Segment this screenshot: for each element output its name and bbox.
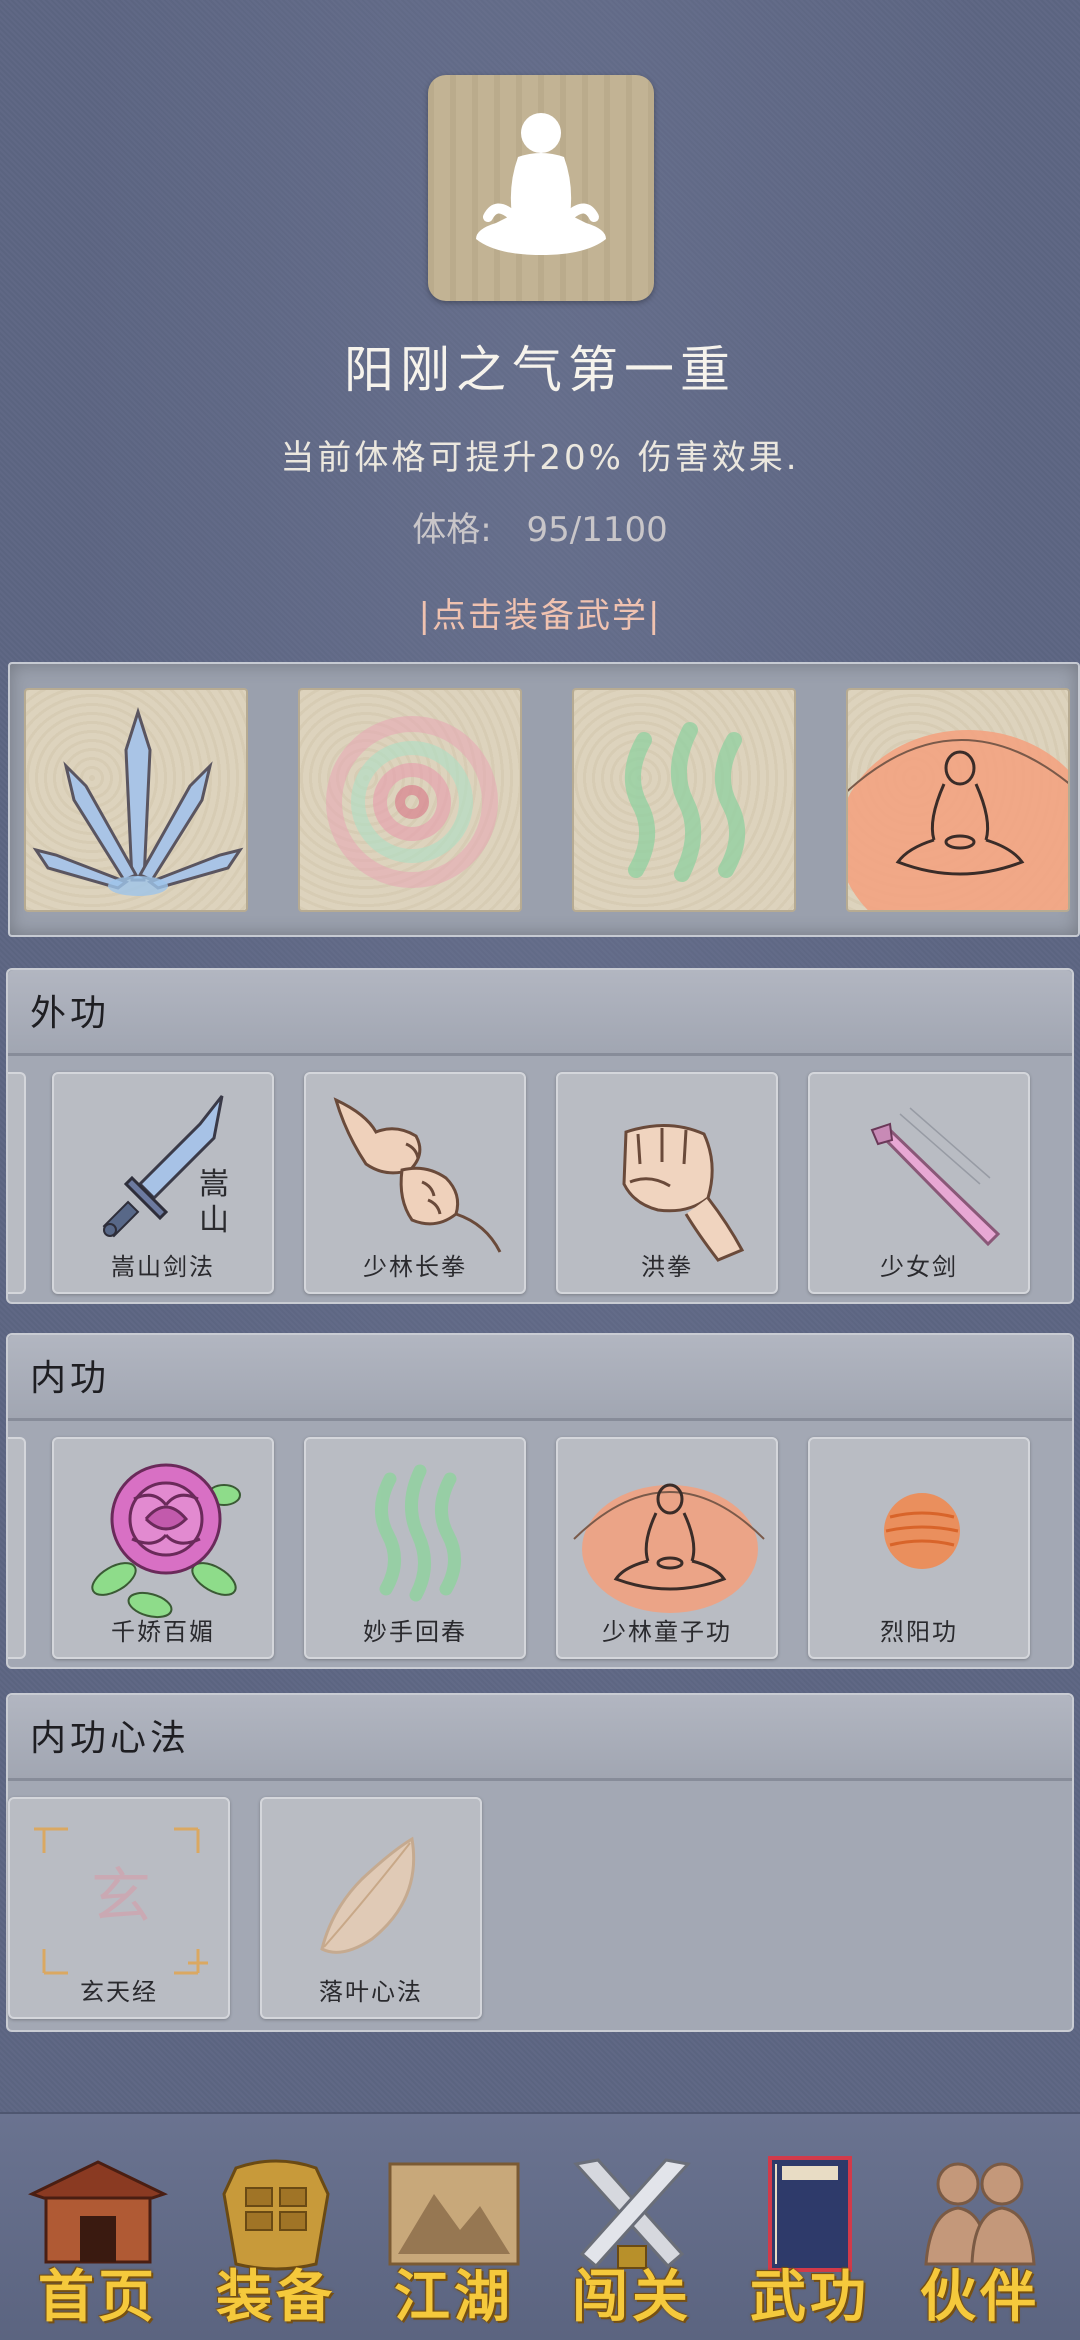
skill-name: 洪拳	[641, 1253, 693, 1281]
meditation-silhouette-icon	[476, 113, 606, 255]
pink-spiral-icon	[326, 716, 498, 888]
svg-text:嵩: 嵩	[199, 1167, 229, 1202]
nav-label: 武功	[750, 2264, 870, 2330]
skill-name: 烈阳功	[880, 1618, 958, 1646]
skill-card-shaolin-tongzi[interactable]: 少林童子功	[556, 1437, 778, 1659]
skill-name: 妙手回春	[363, 1618, 467, 1646]
nav-item-martial-arts[interactable]: 武功	[730, 2154, 890, 2330]
bottom-nav: 首页 装备 江湖 闯关 武功 伙伴	[0, 2112, 1080, 2340]
svg-text:山: 山	[199, 1203, 229, 1238]
skill-name: 千娇百媚	[111, 1618, 215, 1646]
skill-card-lieyang[interactable]: 烈阳功	[808, 1437, 1030, 1659]
scroll-edge-card[interactable]	[8, 1437, 26, 1659]
skill-card-maiden-sword[interactable]: 少女剑	[808, 1072, 1030, 1294]
skill-name: 玄天经	[80, 1978, 158, 2006]
nav-label: 闯关	[572, 2264, 692, 2330]
meditating-monk-icon	[848, 730, 1068, 910]
skill-card-shaolin-long-fist[interactable]: 少林长拳	[304, 1072, 526, 1294]
section-header: 内功	[8, 1335, 1072, 1421]
nav-item-jianghu[interactable]: 江湖	[374, 2154, 534, 2330]
skill-name: 少林长拳	[363, 1253, 467, 1281]
realm-description: 当前体格可提升20% 伤害效果.	[280, 438, 800, 478]
skill-card-xuantian[interactable]: 玄 玄天经	[8, 1797, 230, 2019]
nav-item-home[interactable]: 首页	[18, 2154, 178, 2330]
section-title: 内功	[30, 1358, 111, 1399]
skill-card-miaoshou-huichun[interactable]: 妙手回春	[304, 1437, 526, 1659]
nav-item-challenge[interactable]: 闯关	[552, 2154, 712, 2330]
skill-name: 少女剑	[880, 1253, 958, 1281]
skill-card-qianjiao-baimei[interactable]: 千娇百媚	[52, 1437, 274, 1659]
equipped-slot-4[interactable]	[846, 688, 1070, 912]
svg-text:玄: 玄	[91, 1862, 151, 1932]
realm-title: 阳刚之气第一重	[344, 341, 736, 399]
skill-name: 落叶心法	[319, 1978, 423, 2006]
nav-label: 首页	[38, 2264, 158, 2330]
section-title: 内功心法	[30, 1718, 191, 1759]
nav-item-companions[interactable]: 伙伴	[900, 2154, 1060, 2330]
nav-label: 装备	[216, 2264, 336, 2330]
section-title: 外功	[30, 993, 111, 1034]
skill-card-hong-fist[interactable]: 洪拳	[556, 1072, 778, 1294]
scroll-edge-card[interactable]	[8, 1072, 26, 1294]
nav-item-equipment[interactable]: 装备	[196, 2154, 356, 2330]
skill-card-luoye[interactable]: 落叶心法	[260, 1797, 482, 2019]
equipped-slot-3[interactable]	[572, 688, 796, 912]
nav-label: 伙伴	[920, 2264, 1040, 2330]
section-neigong: 内功 千娇百媚 妙手回春 少林童子功 烈阳功	[6, 1333, 1074, 1669]
section-waigong: 外功 嵩 山 嵩山剑法 少林长拳 洪拳 少女剑	[6, 968, 1074, 1304]
crystal-swords-icon	[32, 707, 244, 896]
nav-label: 江湖	[394, 2264, 514, 2330]
equipped-skills-strip	[8, 662, 1080, 937]
skill-card-songshan-sword[interactable]: 嵩 山 嵩山剑法	[52, 1072, 274, 1294]
green-waves-icon	[624, 722, 746, 882]
realm-avatar	[428, 75, 654, 301]
skill-name: 少林童子功	[602, 1618, 732, 1646]
equip-martial-arts-link[interactable]: |点击装备武学|	[0, 588, 1080, 637]
section-xinfa: 内功心法 玄 玄天经 落叶心法	[6, 1693, 1074, 2032]
stat-label: 体格:	[412, 510, 492, 550]
stat-value: 95/1100	[526, 510, 668, 550]
section-header: 内功心法	[8, 1695, 1072, 1781]
skill-name: 嵩山剑法	[111, 1253, 215, 1281]
section-header: 外功	[8, 970, 1072, 1056]
stat-row: 体格: 95/1100	[0, 502, 1080, 551]
equipped-slot-2[interactable]	[298, 688, 522, 912]
equipped-slot-1[interactable]	[24, 688, 248, 912]
